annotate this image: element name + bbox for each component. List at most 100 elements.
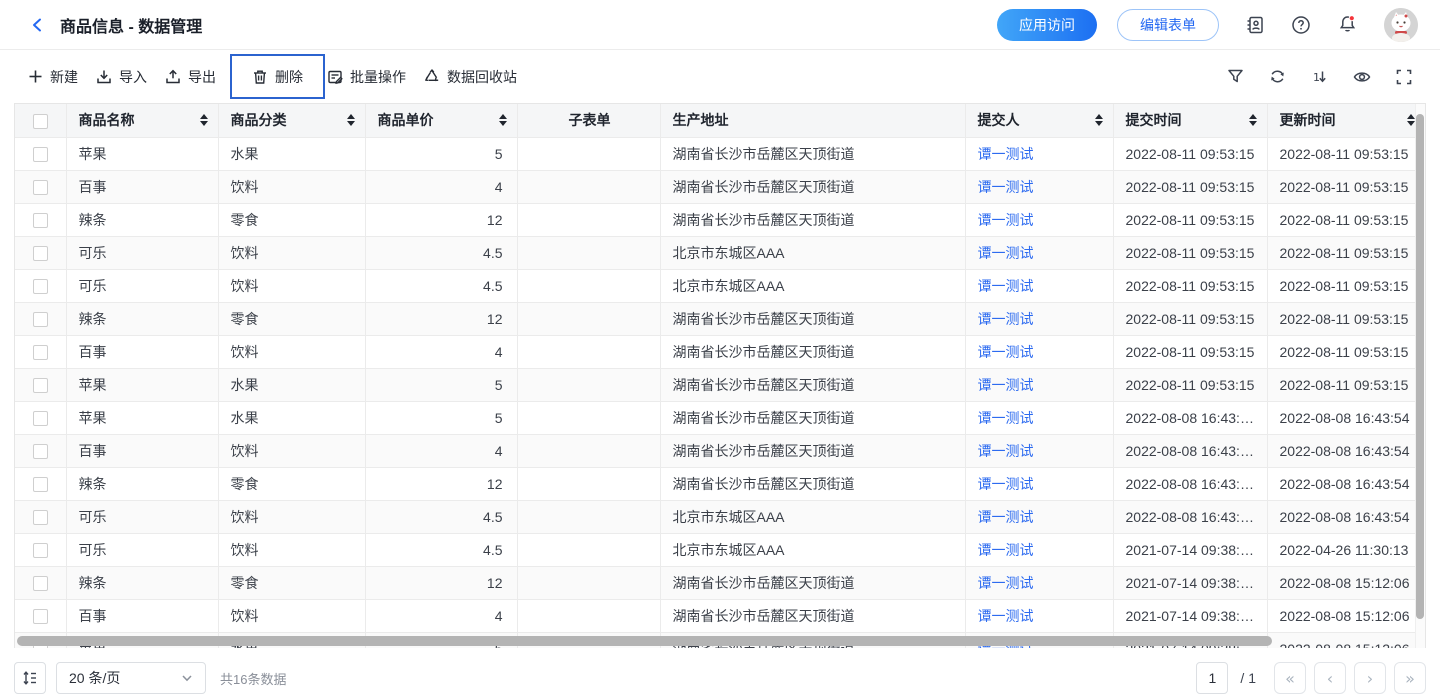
submitter-link[interactable]: 谭一测试 [978,245,1034,261]
row-checkbox[interactable] [33,444,48,459]
sort-order-icon[interactable]: 1 [1311,68,1328,85]
back-button[interactable] [30,17,46,33]
notification-bell-icon[interactable] [1337,14,1358,35]
delete-button[interactable]: 删除 [252,67,303,87]
cell-submit-time: 2022-08-11 09:53:15 [1113,368,1267,401]
export-button[interactable]: 导出 [165,67,216,87]
column-label: 子表单 [569,110,611,130]
help-icon[interactable] [1291,15,1311,35]
column-header-product-name[interactable]: 商品名称 [66,104,218,137]
refresh-icon[interactable] [1269,68,1286,85]
cell-product-name: 百事 [66,170,218,203]
cell-price: 4 [365,170,517,203]
column-label: 提交人 [978,110,1020,130]
cell-subform [517,137,660,170]
sort-icon[interactable] [1095,114,1103,126]
cell-product-name: 百事 [66,599,218,632]
column-header-price[interactable]: 商品单价 [365,104,517,137]
plus-icon [28,69,43,84]
sort-icon[interactable] [347,114,355,126]
submitter-link[interactable]: 谭一测试 [978,542,1034,558]
recycle-bin-button[interactable]: 数据回收站 [424,67,517,87]
cell-category: 零食 [218,467,365,500]
cell-update-time: 2022-08-11 09:53:15 [1267,170,1425,203]
next-page-button[interactable]: › [1354,662,1386,694]
column-visibility-eye-icon[interactable] [1353,68,1371,86]
row-checkbox[interactable] [33,213,48,228]
row-checkbox[interactable] [33,576,48,591]
prev-page-button[interactable]: ‹ [1314,662,1346,694]
row-checkbox[interactable] [33,345,48,360]
vertical-scrollbar-thumb[interactable] [1416,114,1424,619]
sort-icon[interactable] [1407,114,1415,126]
submitter-link[interactable]: 谭一测试 [978,146,1034,162]
recycle-icon [424,69,440,85]
row-checkbox[interactable] [33,312,48,327]
cell-address: 湖南省长沙市岳麓区天顶街道 [660,170,965,203]
row-checkbox[interactable] [33,543,48,558]
row-checkbox[interactable] [33,477,48,492]
submitter-link[interactable]: 谭一测试 [978,509,1034,525]
row-checkbox[interactable] [33,378,48,393]
cell-address: 湖南省长沙市岳麓区天顶街道 [660,137,965,170]
cell-submitter: 谭一测试 [965,533,1113,566]
select-all-checkbox[interactable] [33,114,48,129]
row-height-button[interactable] [14,662,46,694]
submitter-link[interactable]: 谭一测试 [978,410,1034,426]
export-icon [165,69,181,85]
submitter-link[interactable]: 谭一测试 [978,179,1034,195]
column-header-update-time[interactable]: 更新时间 [1267,104,1425,137]
submitter-link[interactable]: 谭一测试 [978,575,1034,591]
row-checkbox[interactable] [33,279,48,294]
fullscreen-icon[interactable] [1396,69,1412,85]
table-row: 辣条零食12湖南省长沙市岳麓区天顶街道谭一测试2022-08-08 16:43:… [15,467,1425,500]
table-row: 百事饮料4湖南省长沙市岳麓区天顶街道谭一测试2021-07-14 09:38:2… [15,599,1425,632]
row-checkbox[interactable] [33,411,48,426]
import-button[interactable]: 导入 [96,67,147,87]
row-checkbox[interactable] [33,147,48,162]
filter-icon[interactable] [1227,68,1244,85]
app-access-button[interactable]: 应用访问 [997,9,1097,41]
data-table: 商品名称商品分类商品单价子表单生产地址提交人提交时间更新时间 苹果水果5湖南省长… [15,104,1425,648]
sort-icon[interactable] [499,114,507,126]
batch-operation-button[interactable]: 批量操作 [327,67,406,87]
cell-category: 饮料 [218,533,365,566]
row-checkbox-cell [15,401,66,434]
submitter-link[interactable]: 谭一测试 [978,476,1034,492]
sort-icon[interactable] [200,114,208,126]
submitter-link[interactable]: 谭一测试 [978,344,1034,360]
row-checkbox[interactable] [33,246,48,261]
submitter-link[interactable]: 谭一测试 [978,311,1034,327]
horizontal-scrollbar-thumb[interactable] [17,636,1272,646]
page-size-select[interactable]: 20 条/页 [56,662,206,694]
cell-submitter: 谭一测试 [965,203,1113,236]
row-checkbox[interactable] [33,609,48,624]
first-page-button[interactable]: « [1274,662,1306,694]
column-label: 商品单价 [378,110,434,130]
contacts-icon[interactable] [1245,15,1265,35]
cell-category: 饮料 [218,599,365,632]
cell-product-name: 苹果 [66,368,218,401]
edit-form-button[interactable]: 编辑表单 [1117,9,1219,41]
submitter-link[interactable]: 谭一测试 [978,608,1034,624]
cell-submit-time: 2022-08-11 09:53:15 [1113,137,1267,170]
new-button[interactable]: 新建 [28,67,78,87]
sort-icon[interactable] [1249,114,1257,126]
row-checkbox-cell [15,302,66,335]
submitter-link[interactable]: 谭一测试 [978,212,1034,228]
row-checkbox[interactable] [33,180,48,195]
vertical-scrollbar-track[interactable] [1415,104,1425,648]
column-header-submitter[interactable]: 提交人 [965,104,1113,137]
cell-price: 4.5 [365,500,517,533]
column-header-category[interactable]: 商品分类 [218,104,365,137]
submitter-link[interactable]: 谭一测试 [978,278,1034,294]
column-header-address: 生产地址 [660,104,965,137]
column-header-submit-time[interactable]: 提交时间 [1113,104,1267,137]
submitter-link[interactable]: 谭一测试 [978,377,1034,393]
column-header-checkbox [15,104,66,137]
last-page-button[interactable]: » [1394,662,1426,694]
user-avatar[interactable] [1384,8,1418,42]
submitter-link[interactable]: 谭一测试 [978,443,1034,459]
row-checkbox[interactable] [33,510,48,525]
current-page-box[interactable]: 1 [1196,662,1228,694]
